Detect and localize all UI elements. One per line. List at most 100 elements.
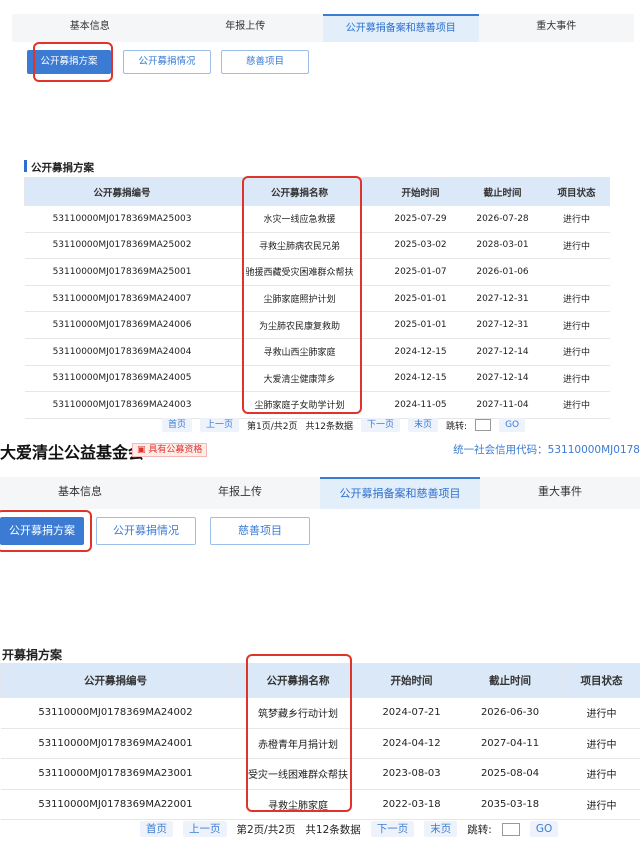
table-row: 53110000MJ0178369MA25001 驰援西藏受灾困难群众帮扶 2025… <box>24 258 610 286</box>
fundraising-name-cell: 寻救山西尘肺家庭 <box>219 338 380 366</box>
total-count: 共12条数据 <box>305 823 361 836</box>
prev-page-button[interactable]: 上一页 <box>200 418 240 432</box>
end-date-cell: 2026-01-06 <box>461 258 544 286</box>
fundraising-name-cell: 受灾一线困难群众帮扶 <box>230 758 366 790</box>
column-header: 公开募捐编号 <box>0 663 231 698</box>
prev-page-button[interactable]: 上一页 <box>183 821 227 837</box>
tab-annual-report[interactable]: 年报上传 <box>160 477 320 509</box>
fundraising-id-cell: 53110000MJ0178369MA23001 <box>0 758 231 790</box>
column-header: 公开募捐名称 <box>219 177 380 206</box>
jump-input[interactable] <box>475 419 492 431</box>
start-date-cell: 2024-12-15 <box>379 338 462 366</box>
start-date-cell: 2024-12-15 <box>379 365 462 393</box>
status-cell: 进行中 <box>543 391 610 419</box>
tab-major-events[interactable]: 重大事件 <box>480 477 640 509</box>
start-date-cell: 2025-01-01 <box>379 285 462 313</box>
status-cell: 进行中 <box>562 728 640 759</box>
tab-major-events[interactable]: 重大事件 <box>479 14 635 42</box>
screenshot-page-2: 大爱清尘公益基金会 ▣ 具有公募资格 统一社会信用代码：53110000MJ01… <box>0 435 640 853</box>
start-date-cell: 2025-01-01 <box>379 311 462 339</box>
fundraising-id-cell: 53110000MJ0178369MA24006 <box>24 311 220 339</box>
fundraising-id-cell: 53110000MJ0178369MA24007 <box>24 285 220 313</box>
go-button[interactable]: GO <box>529 821 559 837</box>
start-date-cell: 2025-01-07 <box>379 258 462 286</box>
total-count: 共12条数据 <box>305 421 353 432</box>
next-page-button[interactable]: 下一页 <box>360 418 400 432</box>
tab-bar: 基本信息 年报上传 公开募捐备案和慈善项目 重大事件 <box>12 14 634 42</box>
jump-label: 跳转: <box>446 421 468 432</box>
status-cell: 进行中 <box>543 338 610 366</box>
pagination: 首页 上一页 第2页/共2页 共12条数据 下一页 末页 跳转: GO <box>140 821 559 837</box>
end-date-cell: 2028-03-01 <box>461 232 544 260</box>
start-date-cell: 2025-03-02 <box>379 232 462 260</box>
fundraising-table: 公开募捐编号 公开募捐名称 开始时间 截止时间 项目状态 53110000MJ01783… <box>24 177 610 419</box>
jump-input[interactable] <box>501 822 520 836</box>
first-page-button[interactable]: 首页 <box>162 418 193 432</box>
table-header: 公开募捐编号 公开募捐名称 开始时间 截止时间 项目状态 <box>24 177 610 206</box>
end-date-cell: 2035-03-18 <box>457 789 563 820</box>
pagination: 首页 上一页 第1页/共2页 共12条数据 下一页 末页 跳转: GO <box>162 418 526 432</box>
next-page-button[interactable]: 下一页 <box>370 821 415 837</box>
fundraising-name-cell: 赤橙青年月捐计划 <box>230 728 366 759</box>
fundraising-plan-button[interactable]: 公开募捐方案 <box>0 517 84 545</box>
start-date-cell: 2024-11-05 <box>379 391 462 419</box>
page-info: 第2页/共2页 <box>236 823 296 836</box>
table-row: 53110000MJ0178369MA24001 赤橙青年月捐计划 2024-04-… <box>0 728 640 759</box>
fundraising-name-cell: 尘肺家庭照护计划 <box>219 285 380 313</box>
tab-basic-info[interactable]: 基本信息 <box>0 477 160 509</box>
status-cell: 进行中 <box>543 232 610 260</box>
fundraising-id-cell: 53110000MJ0178369MA24002 <box>0 697 231 729</box>
fundraising-plan-button[interactable]: 公开募捐方案 <box>27 50 111 74</box>
first-page-button[interactable]: 首页 <box>140 821 173 837</box>
end-date-cell: 2027-12-14 <box>461 338 544 366</box>
section-marker <box>24 160 27 172</box>
fundraising-id-cell: 53110000MJ0178369MA22001 <box>0 789 231 820</box>
tab-bar: 基本信息 年报上传 公开募捐备案和慈善项目 重大事件 <box>0 477 640 509</box>
end-date-cell: 2027-12-14 <box>461 365 544 393</box>
tab-annual-report[interactable]: 年报上传 <box>168 14 324 42</box>
end-date-cell: 2027-12-31 <box>461 285 544 313</box>
end-date-cell: 2026-06-30 <box>457 697 563 729</box>
fundraising-name-cell: 为尘肺农民康复救助 <box>219 311 380 339</box>
end-date-cell: 2025-08-04 <box>457 758 563 790</box>
start-date-cell: 2022-03-18 <box>365 789 458 820</box>
column-header: 项目状态 <box>543 177 610 206</box>
fundraising-name-cell: 尘肺家庭子女助学计划 <box>219 391 380 419</box>
table-row: 53110000MJ0178369MA22001 寻救尘肺家庭 2022-03-18… <box>0 789 640 820</box>
column-header: 项目状态 <box>562 663 640 698</box>
table-row: 53110000MJ0178369MA24006 为尘肺农民康复救助 2025-01… <box>24 311 610 339</box>
end-date-cell: 2027-12-31 <box>461 311 544 339</box>
table-header: 公开募捐编号 公开募捐名称 开始时间 截止时间 项目状态 <box>0 663 640 698</box>
charity-project-button[interactable]: 慈善项目 <box>221 50 309 74</box>
last-page-button[interactable]: 末页 <box>424 821 458 837</box>
badge-label: 具有公募资格 <box>148 445 203 455</box>
tab-fundraising-projects[interactable]: 公开募捐备案和慈善项目 <box>323 14 479 42</box>
fundraising-status-button[interactable]: 公开募捐情况 <box>96 517 196 545</box>
credit-code: 统一社会信用代码：53110000MJ0178 <box>453 444 640 456</box>
status-cell: 进行中 <box>562 697 640 729</box>
column-header: 开始时间 <box>365 663 458 698</box>
go-button[interactable]: GO <box>499 418 526 432</box>
tab-basic-info[interactable]: 基本信息 <box>12 14 168 42</box>
fundraising-name-cell: 寻救尘肺家庭 <box>230 789 366 820</box>
start-date-cell: 2025-07-29 <box>379 205 462 233</box>
table-row: 53110000MJ0178369MA25003 水灾一线应急救援 2025-07-… <box>24 205 610 233</box>
status-cell: 进行中 <box>543 365 610 393</box>
table-row: 53110000MJ0178369MA24005 大爱清尘健康萍乡 2024-12-… <box>24 365 610 393</box>
table-row: 53110000MJ0178369MA24003 尘肺家庭子女助学计划 2024-1… <box>24 391 610 419</box>
jump-label: 跳转: <box>467 823 492 836</box>
status-cell: 进行中 <box>562 758 640 790</box>
section-title: 开募捐方案 <box>2 648 63 662</box>
table-row: 53110000MJ0178369MA23001 受灾一线困难群众帮扶 2023-0… <box>0 758 640 790</box>
tab-fundraising-projects[interactable]: 公开募捐备案和慈善项目 <box>320 477 480 509</box>
end-date-cell: 2027-11-04 <box>461 391 544 419</box>
charity-project-button[interactable]: 慈善项目 <box>210 517 310 545</box>
column-header: 开始时间 <box>379 177 462 206</box>
page-info: 第1页/共2页 <box>247 421 298 432</box>
screenshot-page-1: 基本信息 年报上传 公开募捐备案和慈善项目 重大事件 公开募捐方案 公开募捐情况… <box>0 0 640 435</box>
fundraising-id-cell: 53110000MJ0178369MA24003 <box>24 391 220 419</box>
fundraising-id-cell: 53110000MJ0178369MA24001 <box>0 728 231 759</box>
last-page-button[interactable]: 末页 <box>408 418 439 432</box>
column-header: 公开募捐名称 <box>230 663 366 698</box>
fundraising-status-button[interactable]: 公开募捐情况 <box>123 50 211 74</box>
